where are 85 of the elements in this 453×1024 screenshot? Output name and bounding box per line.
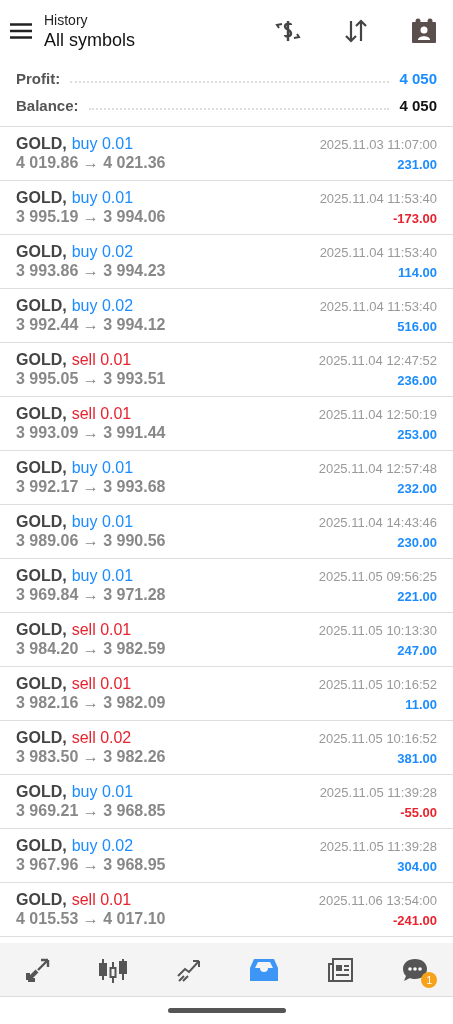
summary-value: 4 050 bbox=[399, 97, 437, 114]
trade-time: 2025.11.06 13:54:00 bbox=[318, 893, 437, 908]
trade-time: 2025.11.04 11:53:40 bbox=[319, 191, 437, 206]
trade-order: buy 0.02 bbox=[71, 837, 134, 855]
trade-order: sell 0.01 bbox=[71, 891, 132, 909]
trade-profit: 253.00 bbox=[397, 427, 437, 442]
trade-profit: 304.00 bbox=[397, 859, 437, 874]
trade-order: sell 0.01 bbox=[71, 675, 132, 693]
trade-prices: 3 989.06 → 3 990.56 bbox=[16, 532, 166, 550]
trade-time: 2025.11.05 09:56:25 bbox=[318, 569, 437, 584]
menu-icon[interactable] bbox=[10, 23, 32, 39]
trade-prices: 3 993.86 → 3 994.23 bbox=[16, 262, 166, 280]
trade-symbol: GOLD, bbox=[16, 891, 67, 909]
trade-profit: 114.00 bbox=[397, 265, 437, 280]
trade-order: buy 0.01 bbox=[71, 189, 134, 207]
trade-profit: 236.00 bbox=[397, 373, 437, 388]
trade-symbol: GOLD, bbox=[16, 189, 67, 207]
trade-symbol: GOLD, bbox=[16, 729, 67, 747]
trade-time: 2025.11.05 11:39:28 bbox=[319, 785, 437, 800]
trade-prices: 3 992.17 → 3 993.68 bbox=[16, 478, 166, 496]
trade-prices: 3 983.50 → 3 982.26 bbox=[16, 748, 166, 766]
trade-time: 2025.11.04 12:50:19 bbox=[318, 407, 437, 422]
trade-prices: 3 984.20 → 3 982.59 bbox=[16, 640, 166, 658]
summary-label: Profit: bbox=[16, 70, 61, 87]
trade-prices: 4 015.53 → 4 017.10 bbox=[16, 910, 166, 928]
trade-time: 2025.11.05 10:13:30 bbox=[318, 623, 437, 638]
screen-title: All symbols bbox=[44, 29, 137, 51]
trade-order: sell 0.01 bbox=[71, 405, 132, 423]
trade-time: 2025.11.05 10:16:52 bbox=[318, 677, 437, 692]
trade-prices: 3 967.96 → 3 968.95 bbox=[16, 856, 166, 874]
trade-symbol: GOLD, bbox=[16, 405, 67, 423]
trade-symbol: GOLD, bbox=[16, 783, 67, 801]
trade-prices: 3 969.84 → 3 971.28 bbox=[16, 586, 166, 604]
trade-prices: 3 992.44 → 3 994.12 bbox=[16, 316, 166, 334]
trade-time: 2025.11.04 14:43:46 bbox=[318, 515, 437, 530]
trade-symbol: GOLD, bbox=[16, 135, 67, 153]
trade-order: buy 0.01 bbox=[71, 459, 134, 477]
trade-prices: 4 019.86 → 4 021.36 bbox=[16, 154, 166, 172]
trade-order: buy 0.01 bbox=[71, 135, 134, 153]
trade-time: 2025.11.03 11:07:00 bbox=[319, 137, 437, 152]
notification-badge: 1 bbox=[421, 971, 438, 988]
nav-tab[interactable]: 1 bbox=[395, 949, 436, 990]
trade-profit: 230.00 bbox=[397, 535, 437, 550]
trade-symbol: GOLD, bbox=[16, 621, 67, 639]
trade-symbol: GOLD, bbox=[16, 351, 67, 369]
summary-value: 4 050 bbox=[399, 70, 437, 87]
trade-profit: 231.00 bbox=[397, 157, 437, 172]
trade-profit: 381.00 bbox=[397, 751, 437, 766]
trade-symbol: GOLD, bbox=[16, 297, 67, 315]
trade-profit: 221.00 bbox=[397, 589, 437, 604]
trade-profit: 247.00 bbox=[397, 643, 437, 658]
screen-subtitle: History bbox=[44, 11, 89, 28]
trade-order: buy 0.02 bbox=[71, 243, 134, 261]
trade-order: buy 0.01 bbox=[71, 783, 134, 801]
summary-label: Balance: bbox=[16, 97, 79, 114]
trade-profit: 516.00 bbox=[397, 319, 437, 334]
trade-symbol: GOLD, bbox=[16, 837, 67, 855]
trade-profit: 232.00 bbox=[397, 481, 437, 496]
trade-symbol: GOLD, bbox=[16, 243, 67, 261]
trade-time: 2025.11.04 11:53:40 bbox=[319, 245, 437, 260]
trade-symbol: GOLD, bbox=[16, 459, 67, 477]
trade-prices: 3 969.21 → 3 968.85 bbox=[16, 802, 166, 820]
trade-time: 2025.11.04 11:53:40 bbox=[319, 299, 437, 314]
trade-profit: -173.00 bbox=[392, 211, 437, 226]
newspaper-icon bbox=[325, 955, 354, 984]
trade-symbol: GOLD, bbox=[16, 513, 67, 531]
trade-symbol: GOLD, bbox=[16, 567, 67, 585]
trade-prices: 3 982.16 → 3 982.09 bbox=[16, 694, 166, 712]
trade-time: 2025.11.05 10:16:52 bbox=[318, 731, 437, 746]
trade-time: 2025.11.04 12:47:52 bbox=[318, 353, 437, 368]
trade-order: sell 0.02 bbox=[71, 729, 132, 747]
trade-profit: -55.00 bbox=[400, 805, 437, 820]
trade-prices: 3 995.19 → 3 994.06 bbox=[16, 208, 166, 226]
trade-prices: 3 995.05 → 3 993.51 bbox=[16, 370, 166, 388]
trade-order: sell 0.01 bbox=[71, 351, 132, 369]
trade-profit: 11.00 bbox=[405, 697, 437, 712]
trade-profit: -241.00 bbox=[392, 913, 437, 928]
trade-order: sell 0.01 bbox=[71, 621, 132, 639]
trade-order: buy 0.02 bbox=[71, 297, 134, 315]
trade-symbol: GOLD, bbox=[16, 675, 67, 693]
trade-time: 2025.11.05 11:39:28 bbox=[319, 839, 437, 854]
trade-prices: 3 993.09 → 3 991.44 bbox=[16, 424, 166, 442]
trade-order: buy 0.01 bbox=[71, 513, 134, 531]
trade-time: 2025.11.04 12:57:48 bbox=[318, 461, 437, 476]
trade-order: buy 0.01 bbox=[71, 567, 134, 585]
